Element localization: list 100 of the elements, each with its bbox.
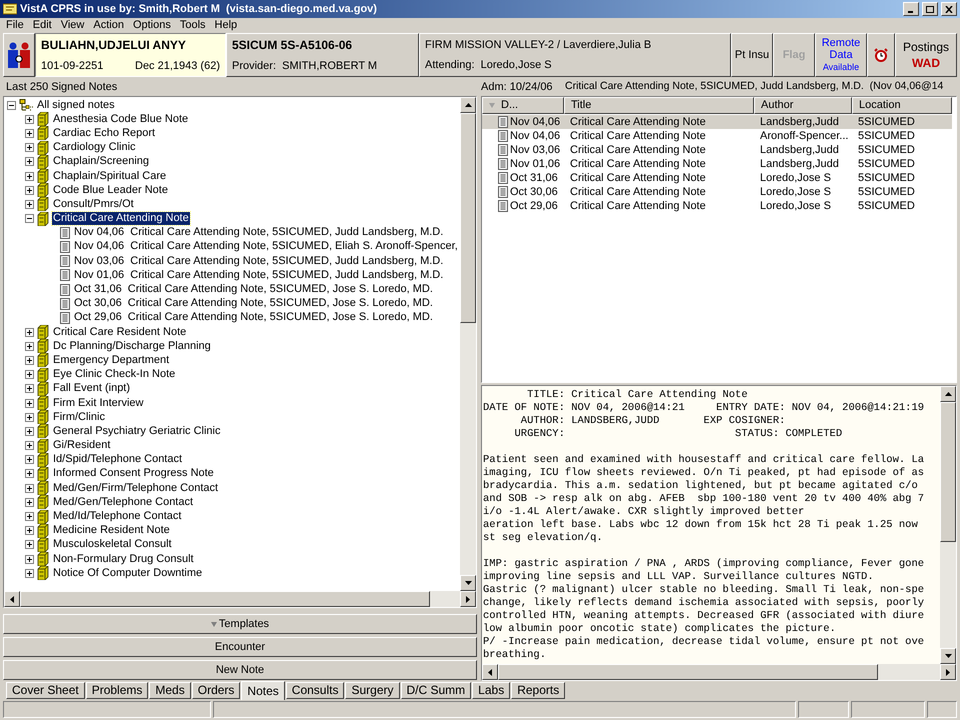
tree-item[interactable]: Musculoskeletal Consult bbox=[52, 538, 173, 552]
action-button[interactable]: Encounter bbox=[3, 637, 477, 657]
note-text-panel[interactable] bbox=[481, 385, 957, 681]
alarm-clock-button[interactable] bbox=[867, 33, 895, 77]
tab[interactable]: Labs bbox=[472, 682, 510, 699]
scroll-thumb[interactable] bbox=[498, 664, 878, 680]
expand-icon[interactable] bbox=[25, 441, 34, 450]
expand-icon[interactable] bbox=[25, 186, 34, 195]
vertical-scrollbar[interactable] bbox=[940, 386, 956, 664]
tree-item[interactable]: General Psychiatry Geriatric Clinic bbox=[52, 424, 222, 438]
tree-item[interactable]: Notice Of Computer Downtime bbox=[52, 566, 204, 580]
tab[interactable]: Orders bbox=[192, 682, 240, 699]
tree-item[interactable]: Medicine Resident Note bbox=[52, 524, 171, 538]
tree-item[interactable]: Emergency Department bbox=[52, 354, 170, 367]
insurance-button[interactable]: Pt Insu bbox=[731, 33, 773, 77]
tree-item[interactable]: Anesthesia Code Blue Note bbox=[52, 112, 190, 126]
tab[interactable]: Notes bbox=[241, 681, 285, 700]
tree-item[interactable]: Cardiac Echo Report bbox=[52, 126, 156, 140]
tab[interactable]: Problems bbox=[86, 682, 148, 699]
expand-icon[interactable] bbox=[25, 498, 34, 507]
team-panel[interactable]: FIRM MISSION VALLEY-2 / Laverdiere,Julia B Attending: Loredo,Jose S bbox=[419, 33, 731, 77]
minimize-button[interactable] bbox=[903, 2, 919, 16]
menu-item[interactable]: View bbox=[60, 19, 84, 31]
notes-tree-panel[interactable] bbox=[3, 96, 477, 608]
column-header[interactable]: Location bbox=[852, 97, 952, 114]
tree-item[interactable]: Consult/Pmrs/Ot bbox=[52, 198, 135, 211]
horizontal-scrollbar[interactable] bbox=[482, 664, 956, 680]
menu-item[interactable]: Edit bbox=[32, 19, 52, 31]
tree-item[interactable]: Id/Spid/Telephone Contact bbox=[52, 453, 184, 466]
remote-data-button[interactable]: Remote Data Available bbox=[815, 33, 867, 77]
postings-button[interactable]: Postings WAD bbox=[895, 33, 957, 77]
tree-item[interactable]: Nov 04,06 Critical Care Attending Note, 5SICUMED, Judd Landsberg, M.D. bbox=[73, 226, 444, 240]
action-button[interactable]: New Note bbox=[3, 660, 477, 680]
expand-icon[interactable] bbox=[25, 328, 34, 337]
menu-item[interactable]: Action bbox=[93, 19, 124, 31]
menu-item[interactable]: Tools bbox=[180, 19, 206, 31]
expand-icon[interactable] bbox=[25, 342, 34, 351]
expand-icon[interactable] bbox=[25, 512, 34, 522]
tree-item[interactable]: Non-Formulary Drug Consult bbox=[52, 552, 195, 566]
expand-icon[interactable] bbox=[25, 540, 34, 550]
tree-item[interactable]: Dc Planning/Discharge Planning bbox=[52, 340, 212, 353]
expand-icon[interactable] bbox=[25, 398, 34, 408]
expand-icon[interactable] bbox=[25, 128, 34, 138]
tree-item[interactable]: Oct 31,06 Critical Care Attending Note, 5SICUMED, Jose S. Loredo, MD. bbox=[73, 283, 434, 296]
tree-item[interactable]: All signed notes bbox=[36, 98, 116, 112]
tree-item[interactable]: Med/Gen/Telephone Contact bbox=[52, 496, 194, 509]
collapse-icon[interactable] bbox=[7, 100, 16, 110]
tree-item[interactable]: Informed Consent Progress Note bbox=[52, 467, 215, 480]
tree-item[interactable]: Chaplain/Spiritual Care bbox=[52, 170, 168, 183]
menu-item[interactable]: Help bbox=[214, 19, 238, 31]
expand-icon[interactable] bbox=[25, 157, 34, 166]
tree-item[interactable]: Code Blue Leader Note bbox=[52, 184, 169, 197]
column-header[interactable]: D... bbox=[482, 97, 564, 114]
expand-icon[interactable] bbox=[25, 469, 34, 478]
tab[interactable]: Reports bbox=[511, 682, 566, 699]
tree-item[interactable]: Gi/Resident bbox=[52, 439, 112, 452]
tree-item[interactable]: Firm Exit Interview bbox=[52, 396, 144, 410]
tree-item[interactable]: Nov 04,06 Critical Care Attending Note, 5SICUMED, Eliah S. Aronoff-Spencer, bbox=[73, 240, 459, 254]
expand-icon[interactable] bbox=[25, 568, 34, 578]
notes-table[interactable] bbox=[481, 96, 957, 383]
expand-icon[interactable] bbox=[25, 484, 34, 493]
collapse-icon[interactable] bbox=[25, 214, 34, 224]
column-header[interactable]: Title bbox=[564, 97, 754, 114]
tree-item[interactable]: Med/Gen/Firm/Telephone Contact bbox=[52, 482, 220, 495]
scroll-thumb[interactable] bbox=[940, 402, 956, 542]
expand-icon[interactable] bbox=[25, 200, 34, 209]
tree-item[interactable]: Oct 29,06 Critical Care Attending Note, 5SICUMED, Jose S. Loredo, MD. bbox=[73, 311, 434, 324]
templates-button[interactable]: Templates bbox=[3, 614, 477, 634]
patient-panel[interactable]: BULIAHN,UDJELUI ANYY 101-09-2251 Dec 21,1943 (62) bbox=[35, 33, 226, 77]
expand-icon[interactable] bbox=[25, 426, 34, 436]
tab[interactable]: Consults bbox=[286, 682, 344, 699]
tree-item[interactable]: Oct 30,06 Critical Care Attending Note, 5SICUMED, Jose S. Loredo, MD. bbox=[73, 297, 434, 310]
expand-icon[interactable] bbox=[25, 526, 34, 536]
tab[interactable]: D/C Summ bbox=[400, 682, 472, 699]
tree-item[interactable]: Firm/Clinic bbox=[52, 410, 106, 424]
scroll-thumb[interactable] bbox=[460, 113, 476, 323]
expand-icon[interactable] bbox=[25, 554, 34, 564]
tree-item[interactable]: Cardiology Clinic bbox=[52, 141, 137, 154]
expand-icon[interactable] bbox=[25, 384, 34, 394]
close-button[interactable] bbox=[941, 2, 957, 16]
tree-item[interactable]: Med/Id/Telephone Contact bbox=[52, 510, 182, 524]
expand-icon[interactable] bbox=[25, 356, 34, 365]
tree-item[interactable]: Critical Care Resident Note bbox=[52, 326, 188, 339]
expand-icon[interactable] bbox=[25, 143, 34, 152]
tree-item[interactable]: Nov 01,06 Critical Care Attending Note, 5SICUMED, Judd Landsberg, M.D. bbox=[73, 268, 444, 282]
tree-item[interactable]: Critical Care Attending Note bbox=[52, 212, 190, 226]
expand-icon[interactable] bbox=[25, 455, 34, 464]
location-panel[interactable]: 5SICUM 5S-A5106-06 Provider: SMITH,ROBERT M bbox=[226, 33, 419, 77]
tree-item[interactable]: Eye Clinic Check-In Note bbox=[52, 368, 176, 382]
expand-icon[interactable] bbox=[25, 172, 34, 181]
maximize-button[interactable] bbox=[922, 2, 938, 16]
expand-icon[interactable] bbox=[25, 412, 34, 422]
tree-item[interactable]: Nov 03,06 Critical Care Attending Note, 5SICUMED, Judd Landsberg, M.D. bbox=[73, 254, 444, 268]
table-row[interactable]: Nov 04,06 Critical Care Attending Note Landsberg,Judd 5SICUMED bbox=[482, 115, 952, 129]
expand-icon[interactable] bbox=[25, 114, 34, 124]
column-header[interactable]: Author bbox=[754, 97, 852, 114]
tree-item[interactable]: Fall Event (inpt) bbox=[52, 382, 132, 396]
vertical-scrollbar[interactable] bbox=[460, 97, 476, 591]
tab[interactable]: Meds bbox=[149, 682, 191, 699]
tab[interactable]: Surgery bbox=[345, 682, 400, 699]
